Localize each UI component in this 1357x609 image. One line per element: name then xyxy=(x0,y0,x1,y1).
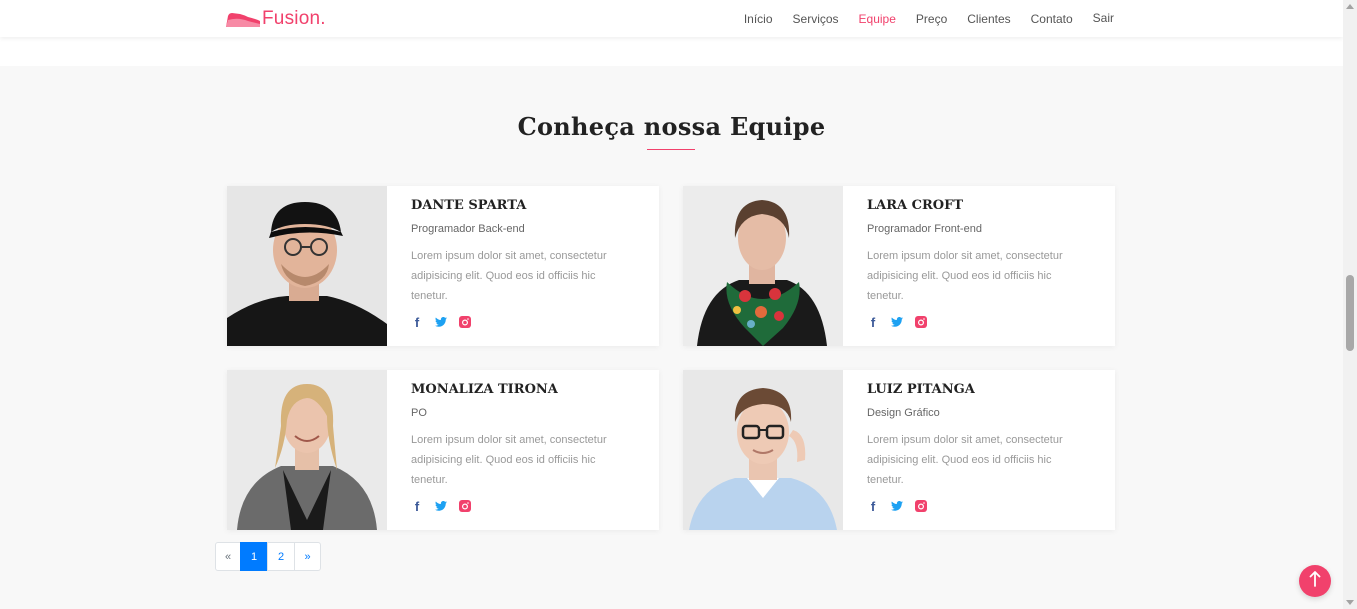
pagination-next[interactable]: » xyxy=(294,542,321,571)
social-links: f xyxy=(867,314,1115,330)
section-title: Conheça nossa Equipe xyxy=(517,112,826,141)
member-name: DANTE SPARTA xyxy=(411,198,527,213)
member-photo xyxy=(683,186,843,346)
scroll-up-icon[interactable] xyxy=(1346,4,1354,9)
pagination: « 1 2 » xyxy=(215,542,321,571)
member-description: Lorem ipsum dolor sit amet, consectetur … xyxy=(411,250,607,302)
page-scrollbar[interactable] xyxy=(1343,0,1357,609)
instagram-icon[interactable] xyxy=(915,500,927,512)
team-card: DANTE SPARTA Programador Back-end Lorem … xyxy=(227,186,659,346)
member-photo xyxy=(227,370,387,530)
facebook-icon[interactable]: f xyxy=(867,499,879,514)
instagram-icon[interactable] xyxy=(459,316,471,328)
twitter-icon[interactable] xyxy=(435,317,447,327)
facebook-icon[interactable]: f xyxy=(411,499,423,514)
member-description: Lorem ipsum dolor sit amet, consectetur … xyxy=(867,250,1063,302)
member-photo xyxy=(683,370,843,530)
member-description: Lorem ipsum dolor sit amet, consectetur … xyxy=(411,434,607,486)
team-card: LUIZ PITANGA Design Gráfico Lorem ipsum … xyxy=(683,370,1115,530)
card-body: MONALIZA TIRONA PO Lorem ipsum dolor sit… xyxy=(387,370,659,530)
social-links: f xyxy=(411,498,659,514)
title-underline xyxy=(647,149,695,150)
twitter-icon[interactable] xyxy=(891,501,903,511)
team-section: Conheça nossa Equipe DANTE SPARTA Progra… xyxy=(0,66,1343,609)
member-description: Lorem ipsum dolor sit amet, consectetur … xyxy=(867,434,1063,486)
back-to-top-button[interactable] xyxy=(1299,565,1331,597)
member-name: LUIZ PITANGA xyxy=(867,382,975,397)
nav-item-inicio[interactable]: Início xyxy=(744,12,773,26)
team-card: LARA CROFT Programador Front-end Lorem i… xyxy=(683,186,1115,346)
brand-logo[interactable]: Fusion. xyxy=(226,7,326,31)
member-role: PO xyxy=(411,407,427,419)
card-body: LARA CROFT Programador Front-end Lorem i… xyxy=(843,186,1115,346)
scrollbar-thumb[interactable] xyxy=(1346,275,1354,351)
facebook-icon[interactable]: f xyxy=(411,315,423,330)
nav-item-sair[interactable]: Sair xyxy=(1093,11,1114,25)
nav-item-servicos[interactable]: Serviços xyxy=(793,12,839,26)
nav-item-preco[interactable]: Preço xyxy=(916,12,947,26)
pagination-prev[interactable]: « xyxy=(215,542,241,571)
member-role: Design Gráfico xyxy=(867,407,940,419)
pagination-page-1[interactable]: 1 xyxy=(240,542,268,571)
brand-mark-icon xyxy=(226,11,260,27)
instagram-icon[interactable] xyxy=(915,316,927,328)
member-name: MONALIZA TIRONA xyxy=(411,382,558,397)
member-photo xyxy=(227,186,387,346)
member-role: Programador Front-end xyxy=(867,223,982,235)
nav-item-equipe[interactable]: Equipe xyxy=(859,12,896,26)
card-body: DANTE SPARTA Programador Back-end Lorem … xyxy=(387,186,659,346)
nav-item-contato[interactable]: Contato xyxy=(1031,12,1073,26)
member-name: LARA CROFT xyxy=(867,198,964,213)
arrow-up-icon xyxy=(1309,571,1321,591)
member-role: Programador Back-end xyxy=(411,223,525,235)
scroll-down-icon[interactable] xyxy=(1346,600,1354,605)
twitter-icon[interactable] xyxy=(891,317,903,327)
brand-name: Fusion. xyxy=(262,8,326,29)
facebook-icon[interactable]: f xyxy=(867,315,879,330)
main-nav: Início Serviços Equipe Preço Clientes Co… xyxy=(724,0,1114,37)
nav-item-clientes[interactable]: Clientes xyxy=(967,12,1010,26)
team-card: MONALIZA TIRONA PO Lorem ipsum dolor sit… xyxy=(227,370,659,530)
twitter-icon[interactable] xyxy=(435,501,447,511)
instagram-icon[interactable] xyxy=(459,500,471,512)
social-links: f xyxy=(411,314,659,330)
navbar: Fusion. Início Serviços Equipe Preço Cli… xyxy=(0,0,1343,37)
pagination-page-2[interactable]: 2 xyxy=(267,542,295,571)
social-links: f xyxy=(867,498,1115,514)
card-body: LUIZ PITANGA Design Gráfico Lorem ipsum … xyxy=(843,370,1115,530)
